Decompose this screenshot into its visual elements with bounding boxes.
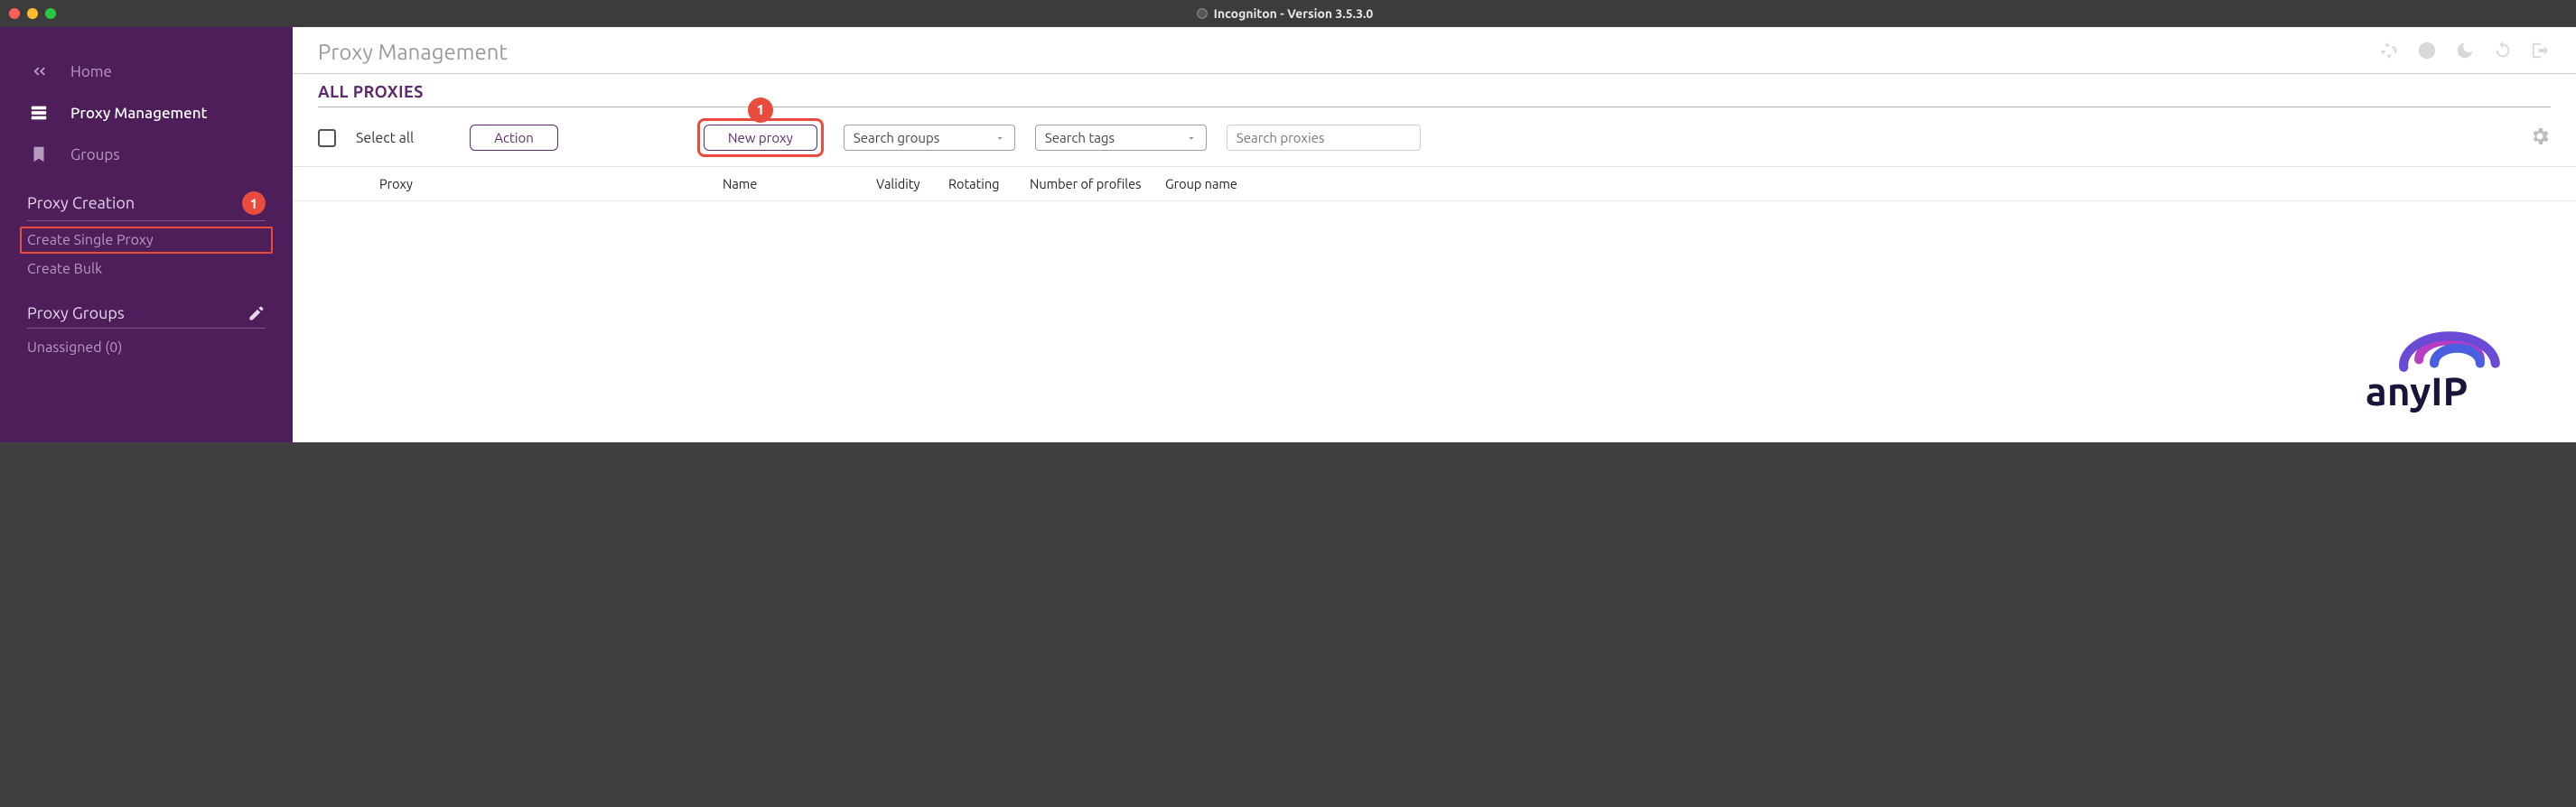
sidebar-item-label: Proxy Management (70, 105, 208, 122)
sidebar-subitem-unassigned[interactable]: Unassigned (0) (27, 334, 266, 361)
chevron-down-icon (994, 133, 1005, 144)
subheader-title: ALL PROXIES (318, 83, 2551, 107)
logout-icon[interactable] (2531, 41, 2551, 64)
page-title: Proxy Management (318, 40, 508, 64)
edit-icon[interactable] (247, 304, 266, 322)
dropdown-label: Search groups (854, 130, 939, 145)
chevrons-left-icon (27, 61, 51, 81)
moon-icon[interactable] (2455, 41, 2475, 64)
toolbar: Select all Action 1 New proxy Search gro… (293, 107, 2576, 167)
window-title: Incogniton - Version 3.5.3.0 (1214, 6, 1374, 21)
column-name: Name (715, 176, 869, 191)
table-header-row: Proxy Name Validity Rotating Number of p… (293, 167, 2576, 201)
annotation-badge: 1 (748, 97, 773, 123)
sidebar-subitem-label: Unassigned (0) (27, 339, 122, 356)
main-panel: Proxy Management ALL PROXIES Select all … (293, 27, 2576, 442)
sidebar-item-label: Groups (70, 146, 120, 163)
app-icon (1196, 7, 1209, 20)
section-title: Proxy Groups (27, 304, 125, 322)
bookmark-icon (27, 144, 51, 164)
column-num-profiles: Number of profiles (1022, 176, 1158, 191)
select-all-checkbox[interactable] (318, 129, 336, 147)
section-title: Proxy Creation (27, 194, 135, 212)
search-proxies-input[interactable] (1227, 125, 1421, 151)
send-icon[interactable] (2417, 41, 2437, 64)
sidebar-item-home[interactable]: Home (0, 51, 293, 92)
sidebar-item-proxy-management[interactable]: Proxy Management (0, 92, 293, 134)
chevron-down-icon (1186, 133, 1197, 144)
column-validity: Validity (869, 176, 941, 191)
sidebar: Home Proxy Management Groups Proxy Creat… (0, 27, 293, 442)
titlebar: Incogniton - Version 3.5.3.0 (0, 0, 2576, 27)
sidebar-subitem-label: Create Single Proxy (27, 232, 154, 248)
search-tags-dropdown[interactable]: Search tags (1035, 125, 1207, 151)
column-group-name: Group name (1158, 176, 1266, 191)
search-groups-dropdown[interactable]: Search groups (844, 125, 1015, 151)
sidebar-item-groups[interactable]: Groups (0, 134, 293, 175)
window-maximize-button[interactable] (45, 8, 56, 19)
recycle-icon[interactable] (2379, 41, 2399, 64)
action-button[interactable]: Action (470, 125, 558, 151)
annotation-badge: 1 (242, 191, 266, 215)
window-close-button[interactable] (9, 8, 20, 19)
sidebar-subitem-create-single-proxy[interactable]: Create Single Proxy (20, 227, 273, 254)
sidebar-item-label: Home (70, 63, 112, 80)
sidebar-section-proxy-creation: Proxy Creation 1 Create Single Proxy Cre… (0, 184, 293, 288)
sidebar-section-proxy-groups: Proxy Groups Unassigned (0) (0, 297, 293, 366)
dropdown-label: Search tags (1045, 130, 1115, 145)
new-proxy-wrapper: 1 New proxy (697, 118, 824, 157)
gear-icon[interactable] (2529, 125, 2551, 151)
column-proxy: Proxy (372, 176, 715, 191)
new-proxy-button[interactable]: New proxy (704, 125, 817, 151)
window-minimize-button[interactable] (27, 8, 38, 19)
sidebar-subitem-label: Create Bulk (27, 261, 102, 277)
server-icon (27, 103, 51, 123)
sidebar-subitem-create-bulk[interactable]: Create Bulk (27, 255, 266, 283)
refresh-icon[interactable] (2493, 41, 2513, 64)
select-all-label: Select all (356, 130, 414, 146)
anyip-watermark: anyIP (2350, 321, 2549, 424)
svg-text:anyIP: anyIP (2366, 369, 2468, 413)
column-rotating: Rotating (941, 176, 1022, 191)
